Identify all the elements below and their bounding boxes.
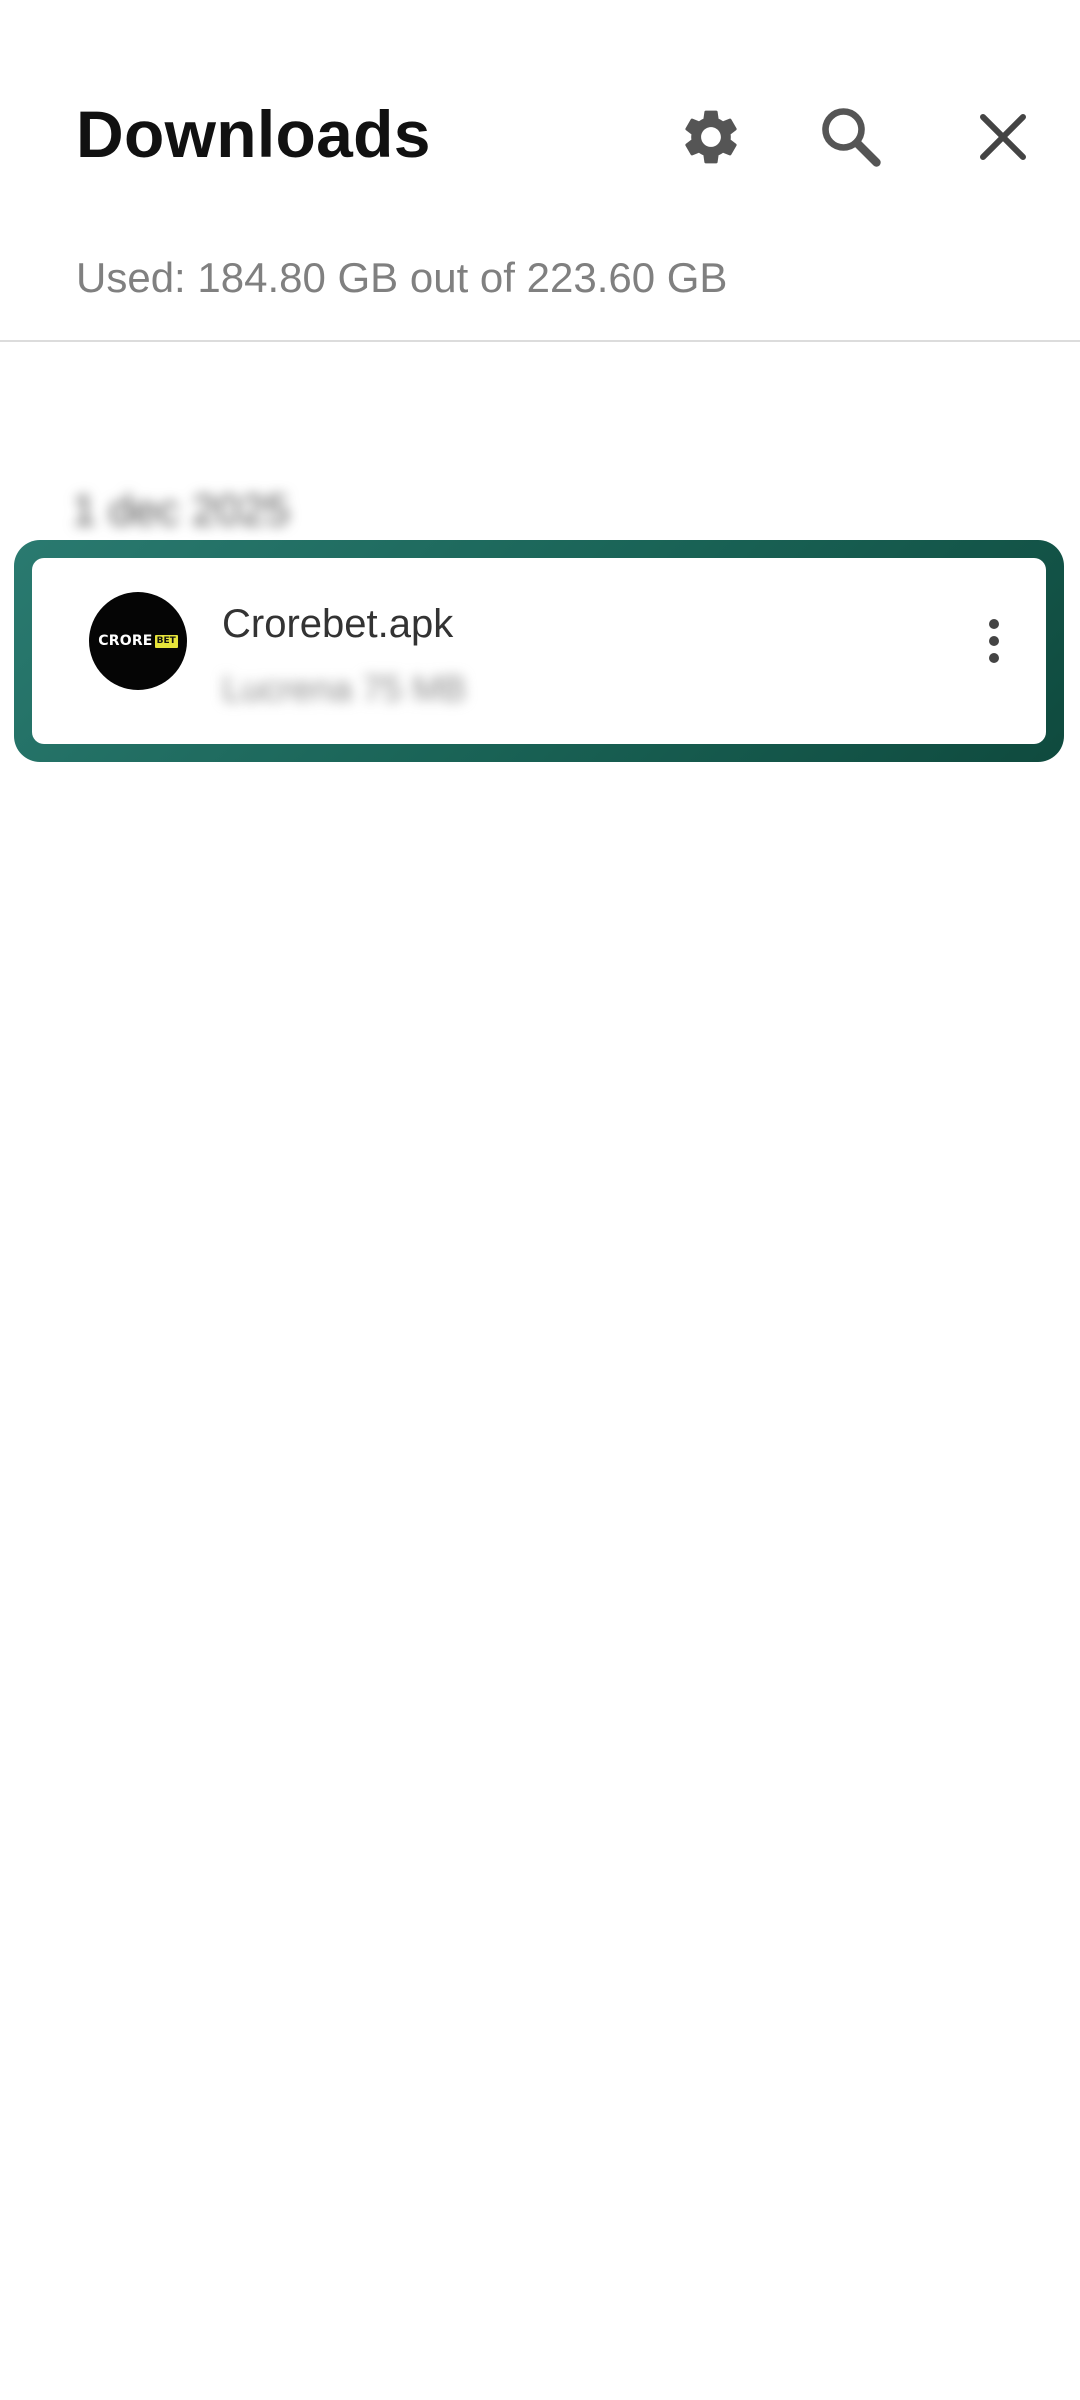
downloads-screen: Downloads Used: 184.80 GB out of 223.60 … bbox=[0, 0, 1080, 2400]
more-options-button[interactable] bbox=[964, 606, 1024, 676]
file-meta: Lucrena 75 MB bbox=[222, 668, 467, 709]
logo-text: CRORE bbox=[98, 633, 153, 649]
search-button[interactable] bbox=[806, 92, 896, 182]
more-vert-icon bbox=[989, 619, 999, 629]
download-item-highlight: CRORE BET Crorebet.apk Lucrena 75 MB bbox=[14, 540, 1064, 762]
settings-button[interactable] bbox=[666, 92, 756, 182]
download-item[interactable]: CRORE BET Crorebet.apk Lucrena 75 MB bbox=[32, 558, 1046, 744]
close-button[interactable] bbox=[958, 92, 1048, 182]
app-bar: Downloads bbox=[0, 0, 1080, 230]
page-title: Downloads bbox=[76, 97, 431, 171]
logo-tag: BET bbox=[154, 634, 178, 648]
file-name: Crorebet.apk bbox=[222, 602, 454, 646]
app-logo-avatar: CRORE BET bbox=[89, 592, 187, 690]
crorebet-logo: CRORE BET bbox=[98, 633, 178, 649]
more-vert-icon-dot bbox=[989, 636, 999, 646]
divider bbox=[0, 340, 1080, 342]
gear-icon bbox=[685, 110, 737, 164]
close-icon bbox=[980, 114, 1026, 160]
more-vert-icon-dot bbox=[989, 653, 999, 663]
storage-usage: Used: 184.80 GB out of 223.60 GB bbox=[76, 254, 728, 301]
search-icon bbox=[822, 108, 881, 167]
date-group-header: 1 dec 2025 bbox=[72, 486, 290, 535]
